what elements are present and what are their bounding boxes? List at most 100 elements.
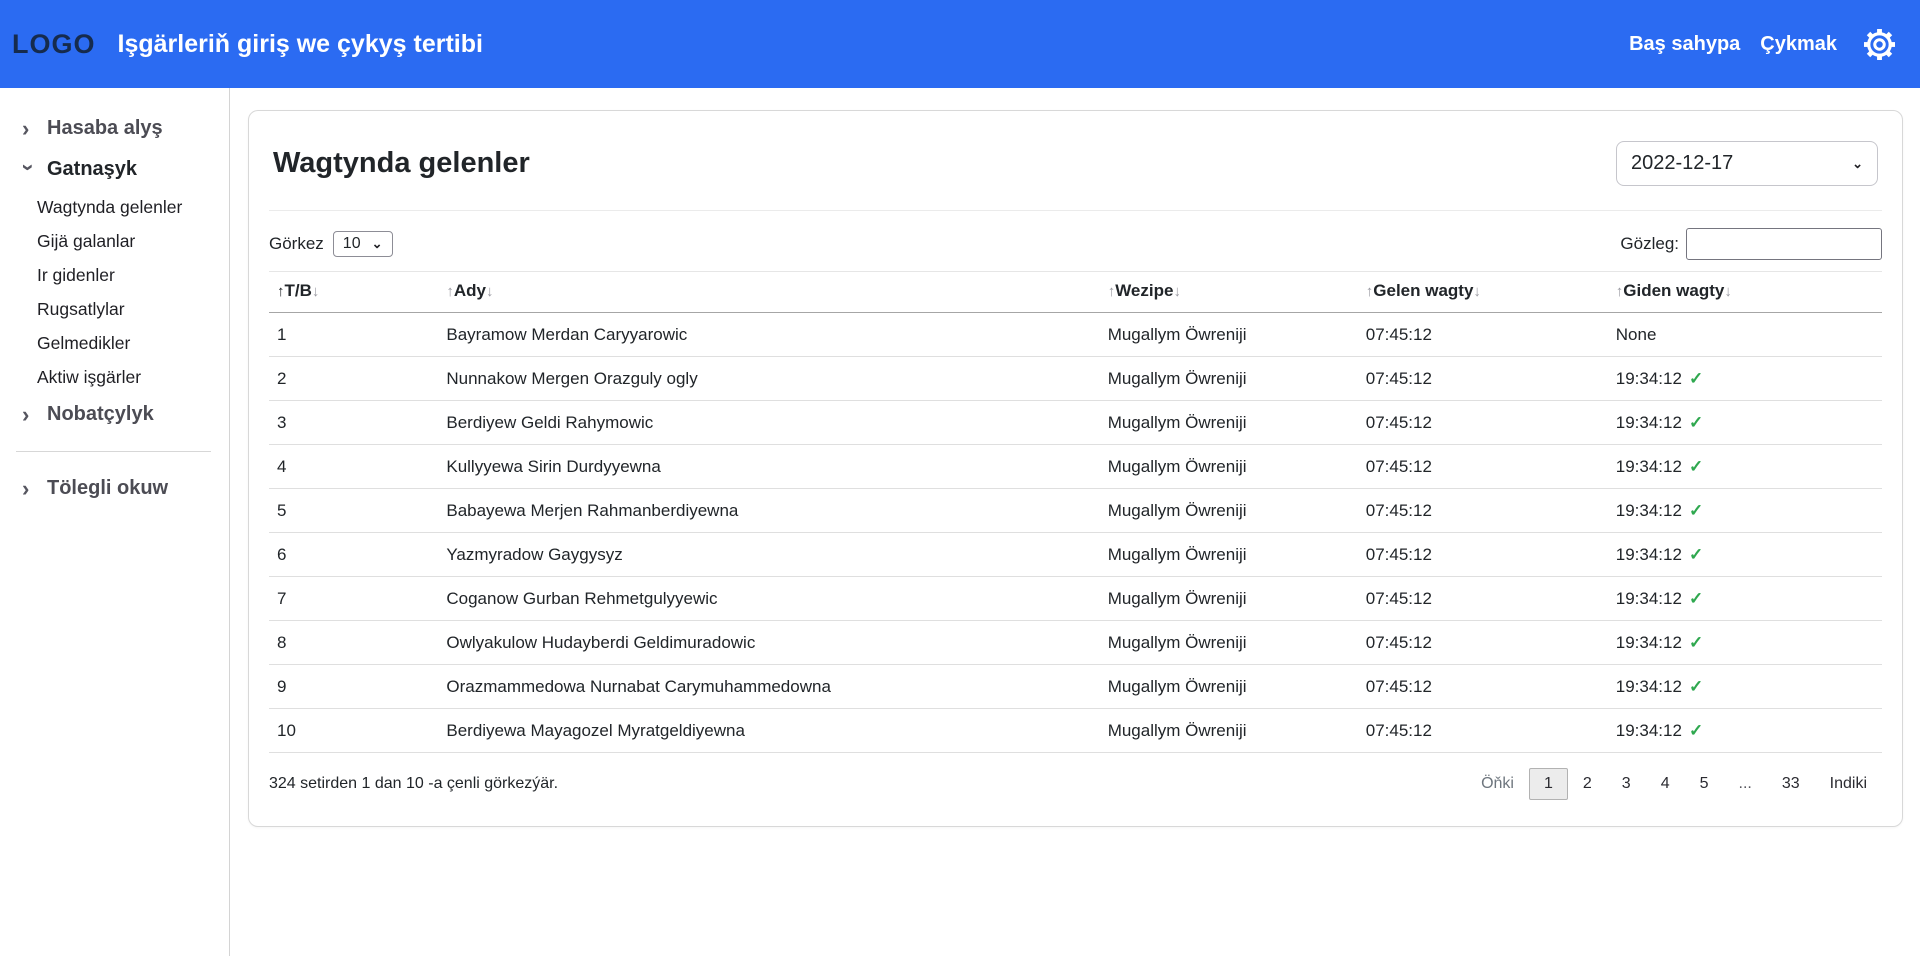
page-size-label: Görkez (269, 234, 324, 254)
column-label: Ady (454, 281, 486, 300)
time-out-value: 19:34:12 (1616, 413, 1682, 432)
cell-position: Mugallym Öwreniji (1100, 313, 1358, 357)
pagination-page-2[interactable]: 2 (1568, 768, 1607, 800)
sidebar-item-wagtynda-gelenler[interactable]: Wagtynda gelenler (14, 190, 229, 224)
table-row: 6Yazmyradow GaygysyzMugallym Öwreniji07:… (269, 533, 1882, 577)
sidebar-section-t-legli-okuw[interactable]: ›Tölegli okuw (14, 468, 229, 509)
sidebar-item-gelmedikler[interactable]: Gelmedikler (14, 326, 229, 360)
table-controls: Görkez 10 ⌄ Gözleg: (249, 211, 1902, 271)
sidebar-section-nobat-ylyk[interactable]: ›Nobatçylyk (14, 394, 229, 435)
pagination-page-5[interactable]: 5 (1685, 768, 1724, 800)
cell-time-out: 19:34:12✓ (1608, 665, 1882, 709)
table-row: 10Berdiyewa Mayagozel MyratgeldiyewnaMug… (269, 709, 1882, 753)
pagination-page-33[interactable]: 33 (1767, 768, 1815, 800)
chevron-right-icon: › (22, 122, 36, 136)
time-out-value: 19:34:12 (1616, 545, 1682, 564)
sidebar-section-label: Hasaba alyş (47, 117, 163, 140)
table-row: 4Kullyyewa Sirin DurdyyewnaMugallym Öwre… (269, 445, 1882, 489)
cell-name: Owlyakulow Hudayberdi Geldimuradowic (438, 621, 1099, 665)
sidebar-item-gij-galanlar[interactable]: Gijä galanlar (14, 224, 229, 258)
page-size-control: Görkez 10 ⌄ (269, 231, 393, 257)
content-card: Wagtynda gelenler 2022-12-17 ⌄ Görkez 10… (248, 110, 1903, 827)
nav-home-link[interactable]: Baş sahypa (1629, 33, 1740, 56)
cell-time-in: 07:45:12 (1358, 357, 1608, 401)
sidebar-item-ir-gidenler[interactable]: Ir gidenler (14, 258, 229, 292)
checkmark-icon: ✓ (1689, 413, 1703, 432)
column-header-ady[interactable]: ↑Ady↓ (438, 272, 1099, 313)
cell-position: Mugallym Öwreniji (1100, 577, 1358, 621)
sort-desc-icon[interactable]: ↓ (486, 283, 494, 300)
page-size-select[interactable]: 10 ⌄ (333, 231, 393, 257)
sort-desc-icon[interactable]: ↓ (1724, 283, 1732, 300)
sidebar: › Hasaba alyş › Gatnaşyk Wagtynda gelenlerGi… (0, 88, 230, 956)
cell-name: Yazmyradow Gaygysyz (438, 533, 1099, 577)
cell-time-in: 07:45:12 (1358, 445, 1608, 489)
cell-time-out: 19:34:12✓ (1608, 445, 1882, 489)
checkmark-icon: ✓ (1689, 501, 1703, 520)
cell-name: Bayramow Merdan Caryyarowic (438, 313, 1099, 357)
time-out-value: 19:34:12 (1616, 501, 1682, 520)
gear-icon[interactable] (1861, 26, 1898, 63)
cell-time-in: 07:45:12 (1358, 401, 1608, 445)
column-header-gelen-wagty[interactable]: ↑Gelen wagty↓ (1358, 272, 1608, 313)
sidebar-section-hasaba-aly[interactable]: › Hasaba alyş (14, 108, 229, 149)
cell-time-out: 19:34:12 ✓ (1608, 489, 1882, 533)
sidebar-section-label: Tölegli okuw (47, 477, 168, 500)
cell-time-in: 07:45:12 (1358, 313, 1608, 357)
sidebar-section-label: Gatnaşyk (47, 158, 137, 181)
sort-asc-icon[interactable]: ↑ (277, 283, 285, 300)
cell-time-out: None (1608, 313, 1882, 357)
sort-asc-icon[interactable]: ↑ (446, 283, 454, 300)
sort-desc-icon[interactable]: ↓ (1473, 283, 1481, 300)
chevron-right-icon: › (22, 408, 36, 422)
cell-tb: 1 (269, 313, 438, 357)
chevron-down-icon: ⌄ (372, 240, 383, 248)
page-size-value: 10 (343, 235, 361, 253)
cell-position: Mugallym Öwreniji (1100, 665, 1358, 709)
column-header-wezipe[interactable]: ↑Wezipe↓ (1100, 272, 1358, 313)
pagination-prev[interactable]: Öňki (1466, 768, 1529, 800)
cell-tb: 6 (269, 533, 438, 577)
table-info: 324 setirden 1 dan 10 -a çenli görkezýär… (269, 775, 558, 793)
cell-time-in: 07:45:12 (1358, 489, 1608, 533)
table-row: 8Owlyakulow Hudayberdi GeldimuradowicMug… (269, 621, 1882, 665)
pagination-page-1[interactable]: 1 (1529, 768, 1568, 800)
cell-time-in: 07:45:12 (1358, 621, 1608, 665)
cell-position: Mugallym Öwreniji (1100, 533, 1358, 577)
table-row: 3Berdiyew Geldi RahymowicMugallym Öwreni… (269, 401, 1882, 445)
search-input[interactable] (1686, 228, 1882, 260)
sidebar-item-rugsatlylar[interactable]: Rugsatlylar (14, 292, 229, 326)
cell-time-in: 07:45:12 (1358, 577, 1608, 621)
sidebar-item-aktiw-i-g-rler[interactable]: Aktiw işgärler (14, 360, 229, 394)
time-out-value: 19:34:12 (1616, 589, 1682, 608)
column-label: T/B (285, 281, 312, 300)
chevron-down-icon: › (21, 163, 35, 177)
cell-tb: 2 (269, 357, 438, 401)
time-out-value: None (1616, 325, 1657, 344)
pagination-next[interactable]: Indiki (1815, 768, 1882, 800)
cell-position: Mugallym Öwreniji (1100, 357, 1358, 401)
date-select-value: 2022-12-17 (1631, 152, 1733, 175)
table-head: ↑T/B↓↑Ady↓↑Wezipe↓↑Gelen wagty↓↑Giden wa… (269, 272, 1882, 313)
cell-name: Nunnakow Mergen Orazguly ogly (438, 357, 1099, 401)
time-out-value: 19:34:12 (1616, 369, 1682, 388)
date-select[interactable]: 2022-12-17 ⌄ (1616, 141, 1878, 186)
column-header-t-b[interactable]: ↑T/B↓ (269, 272, 438, 313)
cell-position: Mugallym Öwreniji (1100, 489, 1358, 533)
pagination-page-4[interactable]: 4 (1646, 768, 1685, 800)
cell-position: Mugallym Öwreniji (1100, 709, 1358, 753)
column-header-giden-wagty[interactable]: ↑Giden wagty↓ (1608, 272, 1882, 313)
column-label: Wezipe (1115, 281, 1173, 300)
time-out-value: 19:34:12 (1616, 633, 1682, 652)
sort-desc-icon[interactable]: ↓ (312, 283, 320, 300)
cell-time-in: 07:45:12 (1358, 665, 1608, 709)
cell-name: Babayewa Merjen Rahmanberdiyewna (438, 489, 1099, 533)
cell-tb: 7 (269, 577, 438, 621)
cell-tb: 8 (269, 621, 438, 665)
cell-name: Orazmammedowa Nurnabat Carymuhammedowna (438, 665, 1099, 709)
sidebar-section-gatna-yk[interactable]: › Gatnaşyk (14, 149, 229, 190)
sort-desc-icon[interactable]: ↓ (1173, 283, 1181, 300)
nav-logout-link[interactable]: Çykmak (1760, 33, 1837, 56)
cell-name: Berdiyewa Mayagozel Myratgeldiyewna (438, 709, 1099, 753)
pagination-page-3[interactable]: 3 (1607, 768, 1646, 800)
